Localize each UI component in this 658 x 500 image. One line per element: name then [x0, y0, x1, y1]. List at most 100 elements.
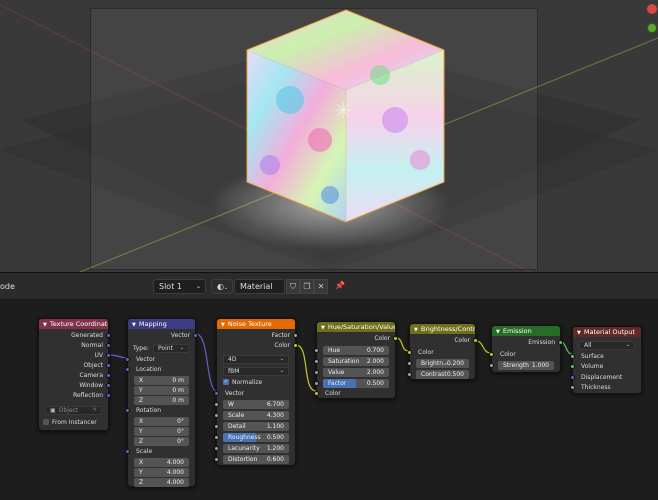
node-emission[interactable]: ▼ Emission Emission Color Strength 1.000 — [489, 325, 563, 373]
noise-type-dropdown[interactable]: fBM ⌄ — [223, 367, 289, 376]
socket[interactable] — [393, 336, 398, 341]
value-field[interactable]: Value 2.000 — [314, 368, 389, 377]
type-dropdown[interactable]: Point ⌄ — [153, 344, 189, 353]
normalize-row[interactable]: ✓ Normalize — [217, 378, 295, 387]
node-header[interactable]: ▼ Mapping — [128, 319, 195, 329]
socket[interactable] — [214, 391, 219, 396]
socket[interactable] — [407, 361, 412, 366]
lacunarity-field[interactable]: Lacunarity 1.200 — [214, 444, 289, 453]
node-header[interactable]: ▼ Emission — [492, 326, 560, 336]
socket[interactable] — [473, 338, 478, 343]
node-header[interactable]: ▼ Hue/Saturation/Value — [317, 322, 395, 332]
socket[interactable] — [106, 353, 111, 358]
dimensions-dropdown[interactable]: 4D ⌄ — [223, 355, 289, 364]
socket[interactable] — [214, 435, 219, 440]
socket[interactable] — [293, 333, 298, 338]
from-instancer-row[interactable]: From Instancer — [39, 418, 108, 427]
node-mapping[interactable]: ▼ Mapping Vector Type: Point ⌄ Vector Loca… — [125, 318, 198, 487]
rotation-z-field[interactable]: Z 0° — [134, 437, 189, 446]
node-header[interactable]: ▼ Noise Texture — [217, 319, 295, 329]
chevron-down-icon: ▼ — [43, 322, 47, 328]
gizmo-y-icon[interactable] — [647, 23, 657, 33]
node-title: Texture Coordinate — [49, 320, 108, 328]
strength-field[interactable]: Strength 1.000 — [489, 361, 554, 370]
socket[interactable] — [570, 354, 575, 359]
rotation-y-field[interactable]: Y 0° — [134, 427, 189, 436]
socket[interactable] — [125, 449, 130, 454]
node-hue-saturation-value[interactable]: ▼ Hue/Saturation/Value Color Hue 0.700 Sat… — [314, 321, 398, 399]
scale-x-field[interactable]: X 4.000 — [134, 458, 189, 467]
eyedropper-icon[interactable]: ✎ — [93, 407, 97, 414]
socket[interactable] — [570, 364, 575, 369]
socket[interactable] — [125, 408, 130, 413]
socket[interactable] — [407, 350, 412, 355]
factor-field[interactable]: Factor 0.500 — [314, 379, 389, 388]
socket[interactable] — [570, 385, 575, 390]
hue-field[interactable]: Hue 0.700 — [314, 346, 389, 355]
object-field[interactable]: ▣ Object ✎ — [45, 406, 102, 415]
socket[interactable] — [314, 359, 319, 364]
input-scale: Scale — [125, 447, 195, 456]
gizmo-x-icon[interactable] — [647, 4, 657, 14]
material-name-field[interactable]: Material — [234, 279, 285, 294]
socket[interactable] — [106, 393, 111, 398]
w-field[interactable]: W 6.700 — [214, 400, 289, 409]
socket[interactable] — [125, 357, 130, 362]
fake-user-button[interactable]: ⛉ — [286, 279, 300, 294]
socket[interactable] — [106, 343, 111, 348]
socket[interactable] — [106, 373, 111, 378]
socket[interactable] — [106, 363, 111, 368]
socket[interactable] — [106, 333, 111, 338]
scale-z-field[interactable]: Z 4.000 — [134, 478, 189, 487]
output-uv: UV — [39, 351, 111, 360]
node-header[interactable]: ▼ Material Output — [573, 327, 641, 337]
scale-y-field[interactable]: Y 4.000 — [134, 468, 189, 477]
socket[interactable] — [125, 367, 130, 372]
brightness-field[interactable]: Brightn… -0.200 — [407, 359, 469, 368]
socket[interactable] — [489, 352, 494, 357]
socket[interactable] — [214, 457, 219, 462]
pin-button[interactable]: 📌 — [333, 279, 347, 294]
socket[interactable] — [314, 391, 319, 396]
socket[interactable] — [193, 333, 198, 338]
target-dropdown[interactable]: All ⌄ — [579, 341, 635, 350]
duplicate-material-button[interactable]: ❐ — [300, 279, 314, 294]
socket[interactable] — [314, 381, 319, 386]
socket[interactable] — [314, 370, 319, 375]
material-browse-button[interactable]: ◐⌄ — [211, 279, 233, 294]
node-noise-texture[interactable]: ▼ Noise Texture Factor Color 4D ⌄ fBM ⌄ ✓ No… — [214, 318, 298, 466]
from-instancer-checkbox[interactable] — [43, 419, 49, 425]
socket[interactable] — [214, 402, 219, 407]
socket[interactable] — [489, 363, 494, 368]
socket[interactable] — [214, 424, 219, 429]
scale-field[interactable]: Scale 4.300 — [214, 411, 289, 420]
unlink-material-button[interactable]: ✕ — [314, 279, 328, 294]
node-header[interactable]: ▼ Texture Coordinate — [39, 319, 108, 329]
saturation-field[interactable]: Saturation 2.000 — [314, 357, 389, 366]
node-header[interactable]: ▼Brightness/Contrast — [410, 324, 475, 334]
socket[interactable] — [314, 348, 319, 353]
rotation-x-field[interactable]: X 0° — [134, 417, 189, 426]
socket[interactable] — [214, 413, 219, 418]
3d-viewport[interactable] — [0, 0, 658, 272]
location-x-field[interactable]: X0 m — [134, 376, 189, 385]
socket[interactable] — [106, 383, 111, 388]
roughness-field[interactable]: Roughness 0.500 — [214, 433, 289, 442]
node-editor-canvas[interactable]: ▼ Texture Coordinate Generated Normal UV … — [0, 300, 658, 500]
detail-field[interactable]: Detail 1.100 — [214, 422, 289, 431]
distortion-field[interactable]: Distortion 0.600 — [214, 455, 289, 464]
socket[interactable] — [214, 446, 219, 451]
editor-type-label[interactable]: ode — [0, 282, 15, 291]
node-texture-coordinate[interactable]: ▼ Texture Coordinate Generated Normal UV … — [38, 318, 111, 431]
location-y-field[interactable]: Y0 m — [134, 386, 189, 395]
socket[interactable] — [570, 375, 575, 380]
socket[interactable] — [293, 343, 298, 348]
location-z-field[interactable]: Z0 m — [134, 396, 189, 405]
node-brightness-contrast[interactable]: ▼Brightness/Contrast Color Color Brightn… — [407, 323, 478, 380]
socket[interactable] — [558, 340, 563, 345]
slot-dropdown[interactable]: Slot 1 ⌄ — [153, 279, 206, 294]
socket[interactable] — [407, 372, 412, 377]
normalize-checkbox[interactable]: ✓ — [223, 379, 229, 385]
contrast-field[interactable]: Contrast 0.500 — [407, 370, 469, 379]
node-material-output[interactable]: ▼ Material Output All ⌄ Surface Volume Dis… — [570, 326, 642, 394]
